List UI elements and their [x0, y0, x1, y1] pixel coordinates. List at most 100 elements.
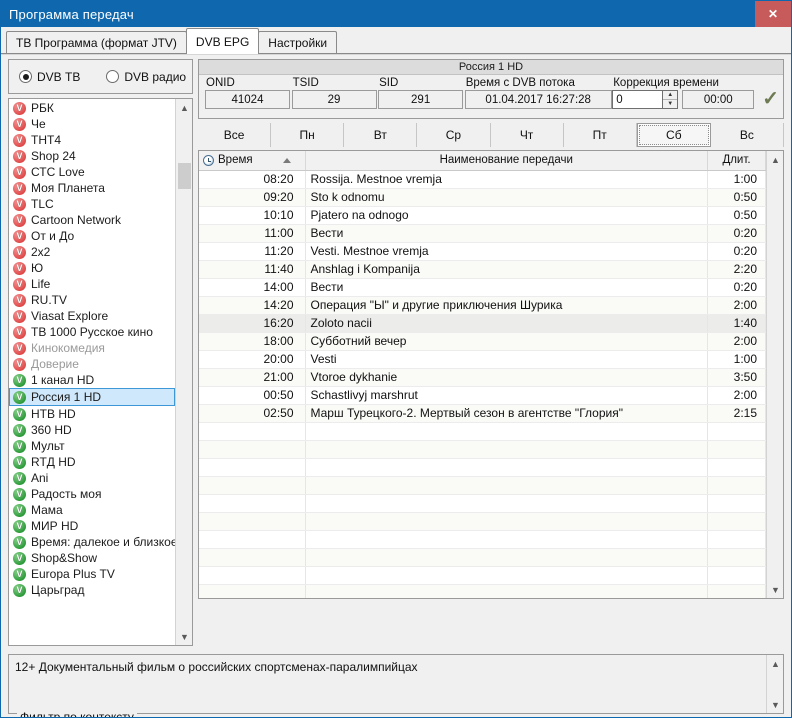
scroll-up-icon[interactable]: ▲: [176, 99, 193, 116]
info-field-value: 29: [292, 90, 377, 109]
checkmark-icon[interactable]: ✓: [762, 90, 779, 109]
channel-list-item[interactable]: VТНТ4: [10, 132, 175, 148]
radio-source-label: DVB ТВ: [37, 70, 80, 84]
radio-source-1[interactable]: DVB радио: [106, 70, 186, 84]
radio-button-icon[interactable]: [106, 70, 119, 83]
channel-list-item[interactable]: VCartoon Network: [10, 212, 175, 228]
day-tab-сб[interactable]: Сб: [637, 123, 711, 147]
channel-list-item[interactable]: VViasat Explore: [10, 308, 175, 324]
schedule-row[interactable]: 09:20Sto k odnomu0:50: [199, 188, 766, 206]
schedule-cell-duration: 2:15: [708, 404, 766, 422]
channel-list-item[interactable]: VShop&Show: [10, 550, 175, 566]
day-tab-вт[interactable]: Вт: [344, 123, 417, 147]
scroll-down-icon[interactable]: ▼: [767, 696, 784, 713]
channel-list-item[interactable]: VКинокомедия: [10, 340, 175, 356]
day-tab-ср[interactable]: Ср: [417, 123, 490, 147]
schedule-scrollbar[interactable]: ▲ ▼: [766, 151, 783, 598]
channel-list-item[interactable]: VRU.TV: [10, 292, 175, 308]
channel-list-item[interactable]: VEuropa Plus TV: [10, 566, 175, 582]
channel-list-item[interactable]: VAni: [10, 470, 175, 486]
schedule-row[interactable]: 14:00Вести0:20: [199, 278, 766, 296]
schedule-row[interactable]: 00:50Schastlivyj marshrut2:00: [199, 386, 766, 404]
schedule-row[interactable]: 21:00Vtoroe dykhanie3:50: [199, 368, 766, 386]
schedule-row-empty[interactable]: [199, 422, 766, 440]
channel-list-scrollbar[interactable]: ▲ ▼: [175, 99, 192, 645]
scroll-down-icon[interactable]: ▼: [767, 581, 784, 598]
column-header-time[interactable]: Время: [199, 151, 305, 170]
schedule-row[interactable]: 08:20Rossija. Mestnoe vremja1:00: [199, 170, 766, 188]
channel-list-item[interactable]: VЦарьград: [10, 582, 175, 598]
schedule-row-empty[interactable]: [199, 548, 766, 566]
schedule-row-empty[interactable]: [199, 584, 766, 598]
channel-list-item[interactable]: VОт и До: [10, 228, 175, 244]
scroll-down-icon[interactable]: ▼: [176, 628, 193, 645]
column-header-duration[interactable]: Длит.: [708, 151, 766, 170]
schedule-row-empty[interactable]: [199, 494, 766, 512]
channel-list-item[interactable]: VЮ: [10, 260, 175, 276]
schedule-row[interactable]: 10:10Pjatero na odnogo0:50: [199, 206, 766, 224]
v-logo-red-icon: V: [13, 278, 26, 291]
scroll-up-icon[interactable]: ▲: [767, 655, 784, 672]
day-tab-все[interactable]: Все: [198, 123, 271, 147]
channel-name: Мама: [31, 503, 63, 517]
channel-list-item[interactable]: VМульт: [10, 438, 175, 454]
scroll-up-icon[interactable]: ▲: [767, 151, 784, 168]
channel-list-item[interactable]: VМоя Планета: [10, 180, 175, 196]
radio-source-0[interactable]: DVB ТВ: [19, 70, 80, 84]
scrollbar-thumb[interactable]: [178, 163, 191, 189]
channel-list[interactable]: VРБКVЧеVТНТ4VShop 24VСТС LoveVМоя Планет…: [9, 99, 175, 645]
channel-list-item[interactable]: VРадость моя: [10, 486, 175, 502]
channel-list-item[interactable]: V360 HD: [10, 422, 175, 438]
channel-list-item[interactable]: V2x2: [10, 244, 175, 260]
info-field-label: SID: [378, 77, 465, 89]
channel-list-item[interactable]: VTLC: [10, 196, 175, 212]
tab-1[interactable]: DVB EPG: [186, 28, 259, 54]
schedule-row[interactable]: 14:20Операция "Ы" и другие приключения Ш…: [199, 296, 766, 314]
channel-list-item[interactable]: VДоверие: [10, 356, 175, 372]
channel-list-item[interactable]: VВремя: далекое и близкое: [10, 534, 175, 550]
schedule-row-empty[interactable]: [199, 512, 766, 530]
description-text: 12+ Документальный фильм о российских сп…: [9, 655, 766, 679]
channel-list-item[interactable]: VLife: [10, 276, 175, 292]
channel-list-item[interactable]: VМама: [10, 502, 175, 518]
channel-list-item[interactable]: VРБК: [10, 100, 175, 116]
channel-list-item[interactable]: VРоссия 1 HD: [9, 388, 175, 406]
schedule-row[interactable]: 18:00Субботний вечер2:00: [199, 332, 766, 350]
radio-button-icon[interactable]: [19, 70, 32, 83]
schedule-row-empty[interactable]: [199, 440, 766, 458]
schedule-row[interactable]: 11:20Vesti. Mestnoe vremja0:20: [199, 242, 766, 260]
tab-2[interactable]: Настройки: [258, 31, 337, 53]
time-correction-stepper[interactable]: ▲▼: [663, 90, 678, 109]
channel-list-item[interactable]: VНТВ HD: [10, 406, 175, 422]
day-tab-пн[interactable]: Пн: [271, 123, 344, 147]
channel-list-item[interactable]: VСТС Love: [10, 164, 175, 180]
channel-list-item[interactable]: VЧе: [10, 116, 175, 132]
schedule-row-empty[interactable]: [199, 530, 766, 548]
schedule-row[interactable]: 16:20Zoloto nacii1:40: [199, 314, 766, 332]
body-area: DVB ТВ DVB радио VРБКVЧеVТНТ4VShop 24VСТС…: [1, 54, 791, 717]
schedule-row[interactable]: 11:40Anshlag i Kompanija2:20: [199, 260, 766, 278]
column-header-title[interactable]: Наименование передачи: [305, 151, 708, 170]
schedule-row-empty[interactable]: [199, 476, 766, 494]
day-tab-пт[interactable]: Пт: [564, 123, 637, 147]
channel-list-item[interactable]: VRTД HD: [10, 454, 175, 470]
time-correction-input[interactable]: 0: [612, 90, 663, 109]
day-tab-вс[interactable]: Вс: [711, 123, 784, 147]
schedule-row[interactable]: 11:00Вести0:20: [199, 224, 766, 242]
schedule-row[interactable]: 20:00Vesti1:00: [199, 350, 766, 368]
channel-list-item[interactable]: VМИР HD: [10, 518, 175, 534]
schedule-row-empty[interactable]: [199, 458, 766, 476]
schedule-row-empty[interactable]: [199, 566, 766, 584]
channel-list-item[interactable]: VShop 24: [10, 148, 175, 164]
schedule-row[interactable]: 02:50Марш Турецкого-2. Мертвый сезон в а…: [199, 404, 766, 422]
channel-list-item[interactable]: VТВ 1000 Русское кино: [10, 324, 175, 340]
tab-0[interactable]: ТВ Программа (формат JTV): [6, 31, 187, 53]
description-scrollbar[interactable]: ▲ ▼: [766, 655, 783, 713]
schedule-cell-duration: 0:20: [708, 224, 766, 242]
close-button[interactable]: ✕: [755, 1, 791, 27]
stepper-up-icon[interactable]: ▲: [663, 91, 677, 100]
day-tab-чт[interactable]: Чт: [491, 123, 564, 147]
stepper-down-icon[interactable]: ▼: [663, 100, 677, 108]
v-logo-red-icon: V: [13, 262, 26, 275]
channel-list-item[interactable]: V1 канал HD: [10, 372, 175, 388]
